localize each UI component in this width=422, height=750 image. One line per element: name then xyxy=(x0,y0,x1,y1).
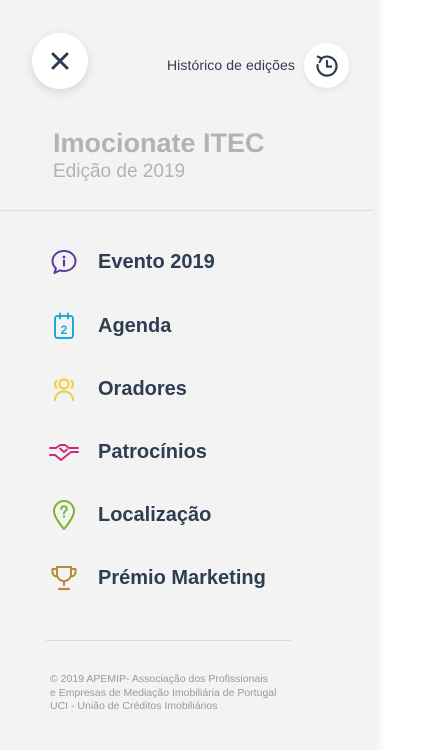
footer-line: © 2019 APEMIP- Associação dos Profission… xyxy=(50,673,268,685)
calendar-icon: 2 xyxy=(40,311,88,341)
location-pin-icon xyxy=(40,499,88,531)
handshake-icon xyxy=(40,439,88,465)
copyright-footer: © 2019 APEMIP- Associação dos Profission… xyxy=(50,673,350,714)
close-button[interactable] xyxy=(32,33,88,89)
menu-item-label: Agenda xyxy=(98,314,172,337)
event-title: Imocionate ITEC xyxy=(53,128,265,158)
menu-item-localizacao[interactable]: Localização xyxy=(40,491,340,539)
background-content[interactable] xyxy=(373,0,422,750)
svg-text:2: 2 xyxy=(61,323,68,337)
navigation-drawer: Histórico de edições Imocionate ITEC Edi… xyxy=(0,0,373,750)
menu-item-label: Patrocínios xyxy=(98,440,207,463)
menu-item-label: Evento 2019 xyxy=(98,250,215,273)
menu-item-label: Oradores xyxy=(98,377,187,400)
header-divider xyxy=(0,210,373,211)
close-icon xyxy=(51,52,69,70)
footer-line: UCI - União de Créditos Imobiliários xyxy=(50,700,218,712)
edition-subtitle: Edição de 2019 xyxy=(53,161,186,182)
footer-divider xyxy=(46,640,291,641)
menu-item-evento[interactable]: Evento 2019 xyxy=(40,238,340,286)
trophy-icon xyxy=(40,564,88,592)
menu-item-label: Prémio Marketing xyxy=(98,566,266,589)
edition-history-label[interactable]: Histórico de edições xyxy=(167,57,295,73)
menu-item-oradores[interactable]: Oradores xyxy=(40,365,340,413)
speakers-icon xyxy=(40,375,88,403)
edition-history-button[interactable] xyxy=(304,43,349,88)
menu-item-agenda[interactable]: 2 Agenda xyxy=(40,302,340,350)
menu-item-label: Localização xyxy=(98,503,212,526)
footer-line: e Empresas de Mediação Imobiliária de Po… xyxy=(50,686,277,699)
menu-item-premio-marketing[interactable]: Prémio Marketing xyxy=(40,554,340,602)
history-icon xyxy=(315,55,338,77)
menu-item-patrocinios[interactable]: Patrocínios xyxy=(40,428,340,476)
info-bubble-icon xyxy=(40,248,88,276)
